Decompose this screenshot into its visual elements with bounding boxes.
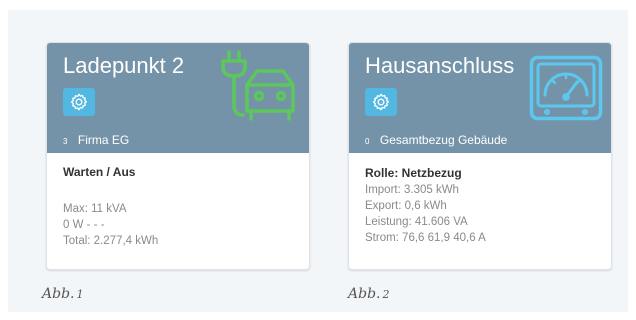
export-text: Export: 0,6 kWh (365, 200, 447, 212)
device-count: 3 (63, 137, 68, 146)
figure-caption-2: Abb. 2 (348, 286, 389, 302)
card-title: Hausanschluss (365, 53, 515, 78)
power-text: Leistung: 41.606 VA (365, 216, 468, 228)
card-header: Hausanschluss 0 Gesamtbezug Gebäude (349, 43, 611, 153)
card-body: Warten / Aus Max: 11 kVA 0 W - - - Total… (63, 165, 299, 249)
gear-icon (70, 93, 88, 111)
current-text: Strom: 76,6 61,9 40,6 A (365, 232, 486, 244)
status-text: Warten / Aus (63, 165, 136, 179)
gear-icon (372, 93, 390, 111)
max-power-text: Max: 11 kVA (63, 203, 127, 215)
group-label: Firma EG (77, 133, 130, 147)
caption-prefix: Abb. (348, 286, 381, 302)
card-title: Ladepunkt 2 (63, 53, 185, 78)
import-text: Import: 3.305 kWh (365, 184, 459, 196)
caption-number: 2 (382, 288, 390, 301)
device-count: 0 (365, 137, 370, 146)
card-header: Ladepunkt 2 3 Firma EG (47, 43, 309, 153)
group-label: Gesamtbezug Gebäude (379, 133, 508, 147)
card-body: Rolle: Netzbezug Import: 3.305 kWh Expor… (365, 165, 601, 246)
device-card-ladepunkt[interactable]: Ladepunkt 2 3 Firma EG Warten / Aus Max:… (46, 42, 310, 270)
settings-button[interactable] (365, 88, 397, 116)
caption-prefix: Abb. (42, 286, 75, 302)
group-info: 0 Gesamtbezug Gebäude (365, 131, 507, 149)
role-text: Rolle: Netzbezug (365, 166, 462, 180)
figure-panel: Ladepunkt 2 3 Firma EG Warten / Aus Max:… (8, 10, 628, 312)
current-power-text: 0 W - - - (63, 219, 105, 231)
device-card-hausanschluss[interactable]: Hausanschluss 0 Gesamtbezug Gebäude Roll… (348, 42, 612, 270)
total-energy-text: Total: 2.277,4 kWh (63, 235, 159, 247)
figure-caption-1: Abb. 1 (42, 286, 83, 302)
ev-car-charging-icon (221, 50, 295, 121)
settings-button[interactable] (63, 88, 95, 116)
group-info: 3 Firma EG (63, 131, 129, 149)
power-meter-gauge-icon (529, 55, 603, 121)
caption-number: 1 (76, 288, 84, 301)
